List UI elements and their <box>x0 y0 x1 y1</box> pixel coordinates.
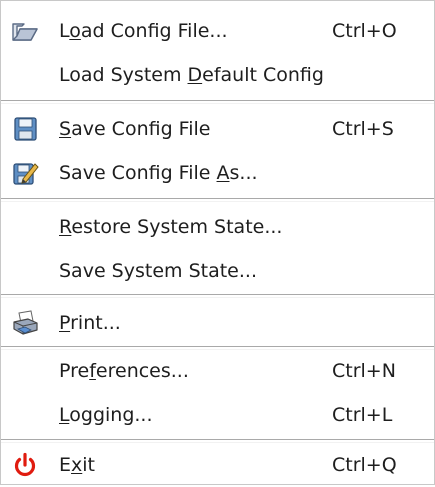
menu-separator <box>1 100 434 104</box>
menu-separator <box>1 294 434 298</box>
menu-item-exit[interactable]: Exit Ctrl+Q <box>1 443 434 487</box>
menu-item-label: Save Config File <box>59 118 211 140</box>
menu-item-label: Exit <box>59 454 95 476</box>
menu-item-label: Preferences... <box>59 360 189 382</box>
folder-open-icon <box>12 23 38 41</box>
menu-item-shortcut: Ctrl+N <box>332 360 396 382</box>
menu-item-label: Logging... <box>59 404 153 426</box>
menu-item-shortcut: Ctrl+S <box>332 118 394 140</box>
menu-item-load-system-default-config[interactable]: Load System Default Config <box>1 53 434 97</box>
file-menu: Load Config File... Ctrl+O Load System D… <box>0 0 435 485</box>
menu-item-label: Save Config File As... <box>59 162 258 184</box>
menu-item-print[interactable]: Print... <box>1 301 434 345</box>
menu-item-label: Load System Default Config <box>59 64 324 86</box>
save-as-icon <box>13 163 39 185</box>
menu-item-shortcut: Ctrl+Q <box>332 454 397 476</box>
menu-item-save-config-file-as[interactable]: Save Config File As... <box>1 151 434 195</box>
floppy-disk-icon <box>14 117 37 141</box>
menu-separator <box>1 198 434 202</box>
menu-item-label: Print... <box>59 312 121 334</box>
menu-item-preferences[interactable]: Preferences... Ctrl+N <box>1 349 434 393</box>
menu-item-shortcut: Ctrl+O <box>332 20 397 42</box>
menu-item-restore-system-state[interactable]: Restore System State... <box>1 205 434 249</box>
menu-item-save-config-file[interactable]: Save Config File Ctrl+S <box>1 107 434 151</box>
menu-item-shortcut: Ctrl+L <box>332 404 393 426</box>
menu-item-label: Restore System State... <box>59 216 283 238</box>
power-icon <box>14 452 36 477</box>
printer-icon <box>13 310 38 335</box>
menu-item-logging[interactable]: Logging... Ctrl+L <box>1 393 434 437</box>
menu-item-label: Load Config File... <box>59 20 228 42</box>
menu-item-save-system-state[interactable]: Save System State... <box>1 249 434 293</box>
menu-item-label: Save System State... <box>59 260 257 282</box>
menu-item-load-config-file[interactable]: Load Config File... Ctrl+O <box>1 9 434 53</box>
